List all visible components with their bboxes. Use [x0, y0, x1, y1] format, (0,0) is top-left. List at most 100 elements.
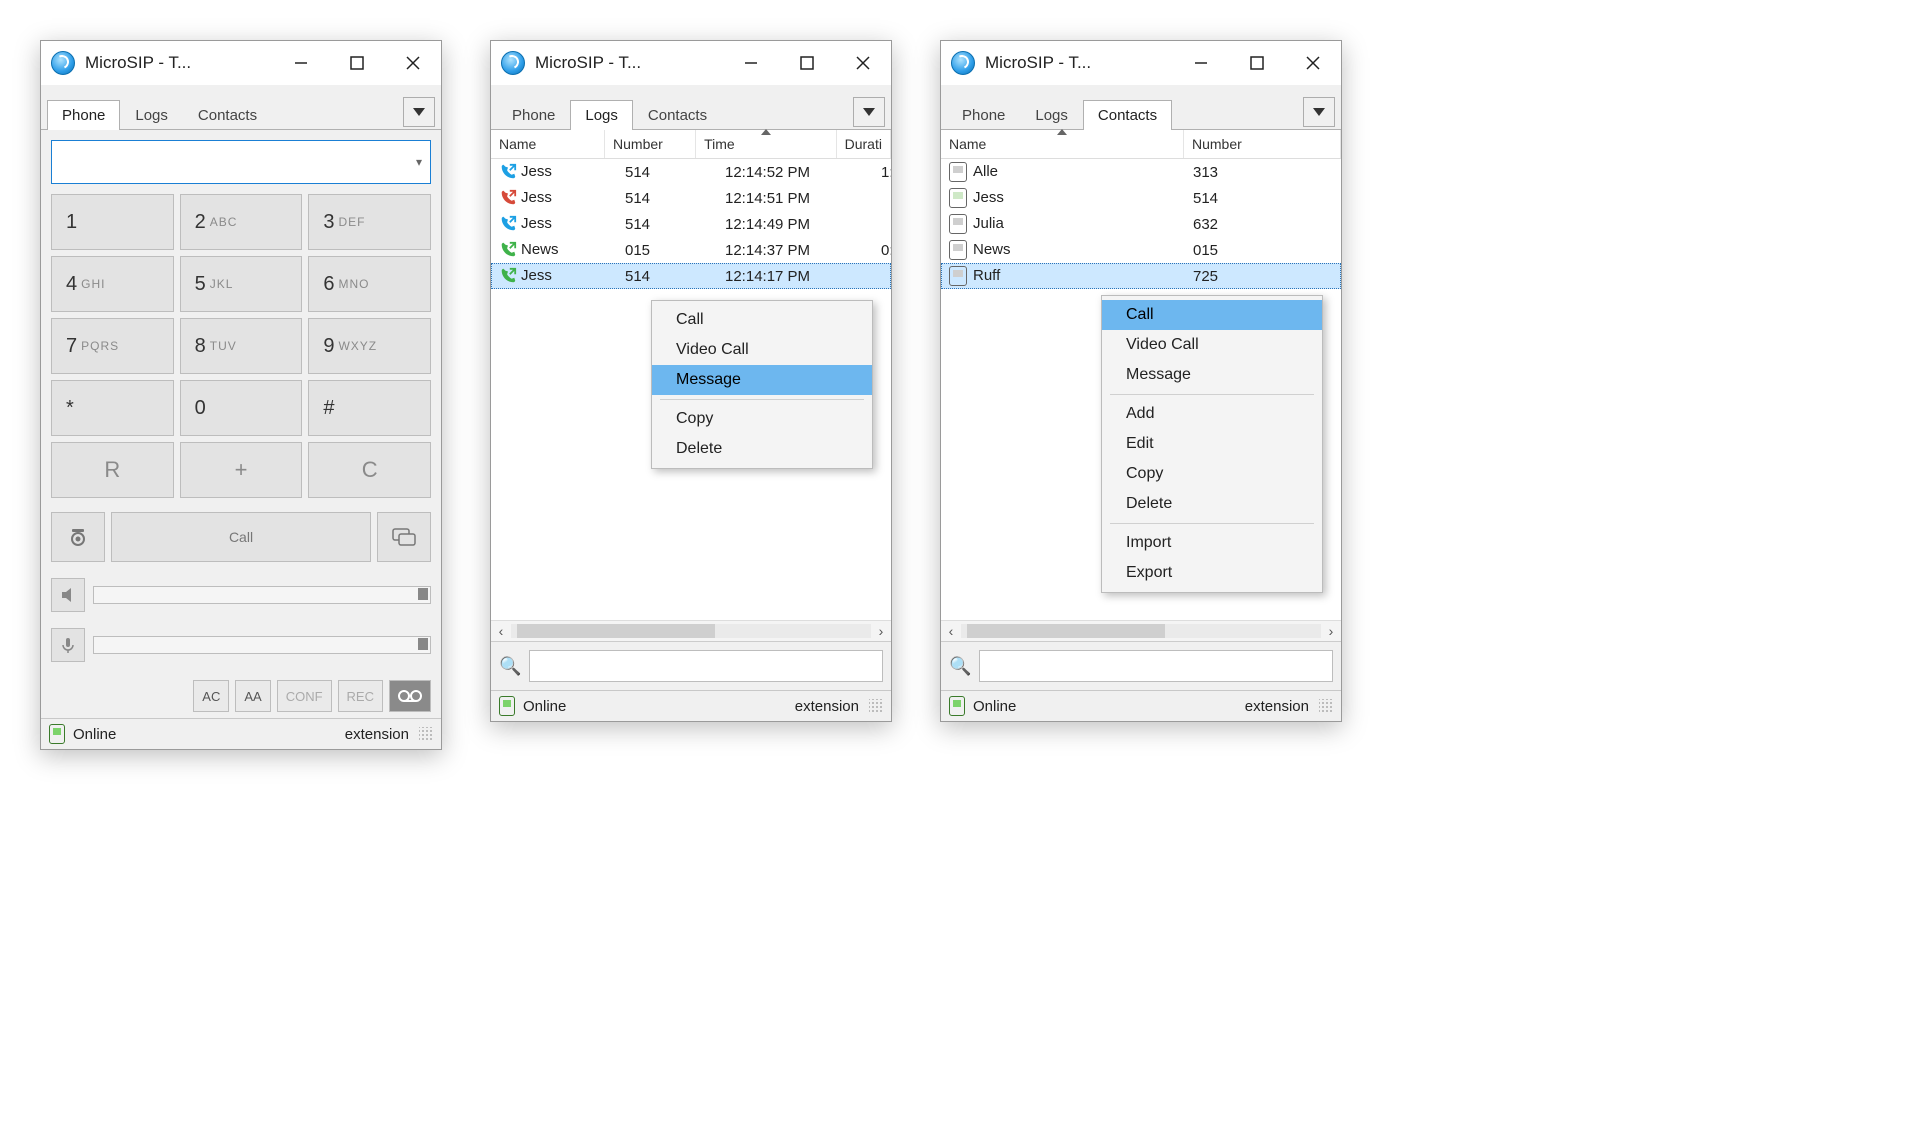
dial-combo[interactable]: ▾ — [51, 140, 431, 184]
maximize-button[interactable] — [1229, 41, 1285, 85]
col-number[interactable]: Number — [1184, 130, 1341, 158]
contacts-context-menu[interactable]: CallVideo CallMessage AddEditCopyDelete Im… — [1101, 295, 1323, 593]
close-button[interactable] — [385, 41, 441, 85]
keypad-6[interactable]: 6MNO — [308, 256, 431, 312]
menu-item-video-call[interactable]: Video Call — [652, 335, 872, 365]
logs-context-menu[interactable]: CallVideo CallMessage CopyDelete — [651, 300, 873, 469]
menu-item-export[interactable]: Export — [1102, 558, 1322, 588]
titlebar[interactable]: MicroSIP - T... — [941, 41, 1341, 85]
close-button[interactable] — [835, 41, 891, 85]
keypad-8[interactable]: 8TUV — [180, 318, 303, 374]
menu-item-delete[interactable]: Delete — [652, 434, 872, 464]
tab-menu-button[interactable] — [853, 97, 885, 127]
menu-item-call[interactable]: Call — [652, 305, 872, 335]
tab-logs[interactable]: Logs — [120, 100, 183, 130]
menu-item-message[interactable]: Message — [1102, 360, 1322, 390]
log-row[interactable]: Jess51412:14:17 PM — [491, 263, 891, 289]
aa-button[interactable]: AA — [235, 680, 270, 712]
tab-menu-button[interactable] — [1303, 97, 1335, 127]
ac-button[interactable]: AC — [193, 680, 229, 712]
tab-phone[interactable]: Phone — [497, 100, 570, 130]
titlebar[interactable]: MicroSIP - T... — [41, 41, 441, 85]
maximize-button[interactable] — [329, 41, 385, 85]
tab-menu-button[interactable] — [403, 97, 435, 127]
contact-row[interactable]: News015 — [941, 237, 1341, 263]
chevron-down-icon[interactable]: ▾ — [416, 155, 422, 169]
maximize-button[interactable] — [779, 41, 835, 85]
menu-item-call[interactable]: Call — [1102, 300, 1322, 330]
mic-button[interactable] — [51, 628, 85, 662]
video-call-button[interactable] — [51, 512, 105, 562]
account-label[interactable]: extension — [795, 698, 859, 715]
search-input[interactable] — [529, 650, 883, 682]
menu-item-import[interactable]: Import — [1102, 528, 1322, 558]
plus-button[interactable]: + — [180, 442, 303, 498]
col-time[interactable]: Time — [696, 130, 837, 158]
log-row[interactable]: Jess51412:14:52 PM1:38 — [491, 159, 891, 185]
resize-grip[interactable] — [1319, 699, 1333, 713]
tab-logs[interactable]: Logs — [1020, 100, 1083, 130]
titlebar[interactable]: MicroSIP - T... — [491, 41, 891, 85]
call-button[interactable]: Call — [111, 512, 371, 562]
contact-row[interactable]: Julia632 — [941, 211, 1341, 237]
col-number[interactable]: Number — [605, 130, 696, 158]
mic-volume-slider[interactable] — [93, 636, 431, 654]
col-name[interactable]: Name — [491, 130, 605, 158]
log-row[interactable]: Jess51412:14:51 PM — [491, 185, 891, 211]
menu-item-copy[interactable]: Copy — [652, 404, 872, 434]
tab-contacts[interactable]: Contacts — [183, 100, 272, 130]
voicemail-button[interactable] — [389, 680, 431, 712]
keypad-5[interactable]: 5JKL — [180, 256, 303, 312]
h-scrollbar[interactable]: ‹ › — [491, 620, 891, 641]
clear-button[interactable]: C — [308, 442, 431, 498]
tab-phone[interactable]: Phone — [947, 100, 1020, 130]
keypad-7[interactable]: 7PQRS — [51, 318, 174, 374]
rec-button[interactable]: REC — [338, 680, 383, 712]
keypad-4[interactable]: 4GHI — [51, 256, 174, 312]
search-input[interactable] — [979, 650, 1333, 682]
keypad-2[interactable]: 2ABC — [180, 194, 303, 250]
menu-item-delete[interactable]: Delete — [1102, 489, 1322, 519]
col-duration[interactable]: Durati — [837, 130, 891, 158]
contact-row[interactable]: Ruff725 — [941, 263, 1341, 289]
col-name[interactable]: Name — [941, 130, 1184, 158]
log-row[interactable]: Jess51412:14:49 PM — [491, 211, 891, 237]
scroll-right-icon[interactable]: › — [871, 623, 891, 639]
minimize-button[interactable] — [723, 41, 779, 85]
menu-item-add[interactable]: Add — [1102, 399, 1322, 429]
contact-row[interactable]: Alle313 — [941, 159, 1341, 185]
menu-item-video-call[interactable]: Video Call — [1102, 330, 1322, 360]
keypad-1[interactable]: 1 — [51, 194, 174, 250]
resize-grip[interactable] — [419, 727, 433, 741]
redial-button[interactable]: R — [51, 442, 174, 498]
speaker-volume-slider[interactable] — [93, 586, 431, 604]
minimize-button[interactable] — [273, 41, 329, 85]
h-scrollbar[interactable]: ‹ › — [941, 620, 1341, 641]
menu-item-message[interactable]: Message — [652, 365, 872, 395]
keypad-9[interactable]: 9WXYZ — [308, 318, 431, 374]
tab-phone[interactable]: Phone — [47, 100, 120, 130]
keypad-*[interactable]: * — [51, 380, 174, 436]
account-label[interactable]: extension — [345, 726, 409, 743]
contact-row[interactable]: Jess514 — [941, 185, 1341, 211]
log-row[interactable]: News01512:14:37 PM0:02 — [491, 237, 891, 263]
menu-item-edit[interactable]: Edit — [1102, 429, 1322, 459]
resize-grip[interactable] — [869, 699, 883, 713]
keypad-#[interactable]: # — [308, 380, 431, 436]
dial-input[interactable] — [60, 151, 416, 174]
scroll-left-icon[interactable]: ‹ — [941, 623, 961, 639]
keypad-0[interactable]: 0 — [180, 380, 303, 436]
tab-contacts[interactable]: Contacts — [1083, 100, 1172, 130]
message-button[interactable] — [377, 512, 431, 562]
scroll-left-icon[interactable]: ‹ — [491, 623, 511, 639]
menu-item-copy[interactable]: Copy — [1102, 459, 1322, 489]
close-button[interactable] — [1285, 41, 1341, 85]
conf-button[interactable]: CONF — [277, 680, 332, 712]
speaker-button[interactable] — [51, 578, 85, 612]
keypad-3[interactable]: 3DEF — [308, 194, 431, 250]
minimize-button[interactable] — [1173, 41, 1229, 85]
tab-logs[interactable]: Logs — [570, 100, 633, 130]
account-label[interactable]: extension — [1245, 698, 1309, 715]
scroll-right-icon[interactable]: › — [1321, 623, 1341, 639]
tab-contacts[interactable]: Contacts — [633, 100, 722, 130]
